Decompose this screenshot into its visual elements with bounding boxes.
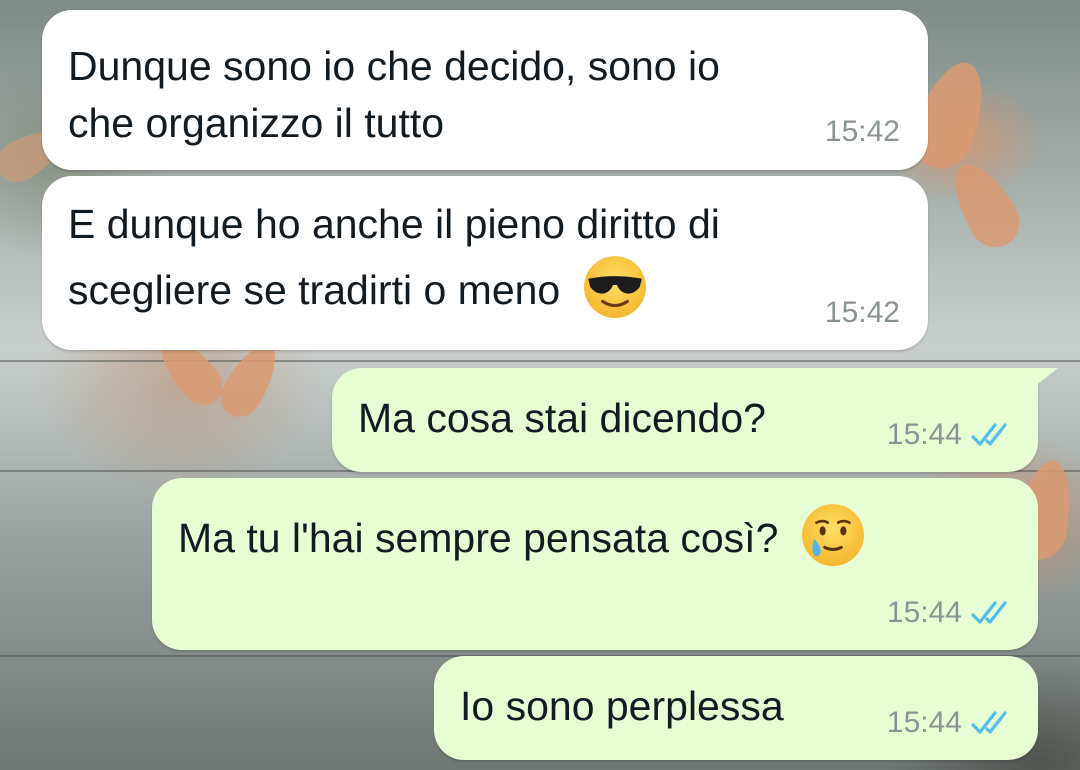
message-text-line: che organizzo il tutto — [68, 100, 445, 146]
message-text-line: scegliere se tradirti o meno — [68, 256, 648, 326]
double-check-read-icon — [971, 601, 1007, 624]
message-bubble-incoming[interactable]: Dunque sono io che decido, sono io che o… — [42, 10, 928, 170]
wallpaper-plank-line — [0, 360, 1080, 362]
message-time: 15:44 — [886, 706, 962, 739]
message-text-line: Ma cosa stai dicendo? — [358, 395, 766, 441]
message-time: 15:44 — [886, 418, 962, 451]
message-text-line: Io sono perplessa — [460, 683, 784, 729]
message-meta: 15:44 — [887, 418, 1014, 452]
smiling-face-with-sunglasses-icon — [583, 256, 646, 318]
message-meta: 15:42 — [825, 296, 900, 330]
message-meta: 15:42 — [825, 115, 900, 149]
message-meta: 15:44 — [887, 706, 1014, 740]
message-text-line: Dunque sono io che decido, sono io — [68, 43, 720, 89]
flower-petal — [940, 153, 1030, 257]
message-text-content: scegliere se tradirti o meno — [68, 266, 561, 313]
double-check-read-icon — [971, 711, 1007, 734]
message-bubble-incoming[interactable]: E dunque ho anche il pieno diritto di sc… — [42, 176, 928, 350]
message-time: 15:42 — [824, 115, 900, 148]
message-time: 15:42 — [824, 296, 900, 329]
message-bubble-outgoing[interactable]: Ma cosa stai dicendo? 15:44 — [332, 368, 1038, 472]
message-text-line: E dunque ho anche il pieno diritto di — [68, 201, 720, 247]
message-text-content: Ma tu l'hai sempre pensata così? — [178, 514, 779, 561]
message-text-line: Ma tu l'hai sempre pensata così? — [178, 504, 866, 574]
message-bubble-outgoing[interactable]: Io sono perplessa 15:44 — [434, 656, 1038, 760]
message-meta: 15:44 — [887, 596, 1014, 630]
double-check-read-icon — [971, 423, 1007, 446]
message-bubble-outgoing[interactable]: Ma tu l'hai sempre pensata così? 15:44 — [152, 478, 1038, 650]
bubble-tail — [1030, 368, 1058, 390]
message-time: 15:44 — [886, 596, 962, 629]
smiling-face-with-tear-icon — [801, 504, 864, 566]
